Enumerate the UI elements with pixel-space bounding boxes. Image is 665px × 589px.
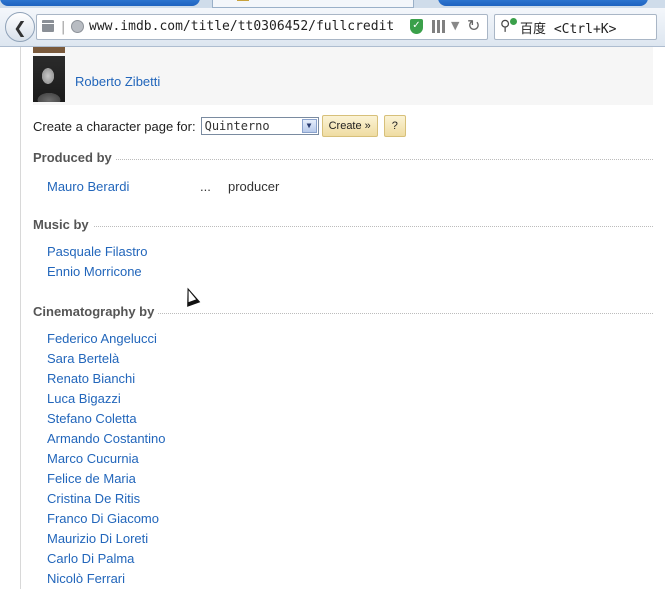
character-select-value: Quinterno: [204, 119, 270, 133]
credit-name-link[interactable]: Cristina De Ritis: [47, 491, 140, 506]
create-button[interactable]: Create »: [321, 115, 378, 137]
back-button[interactable]: ❮: [5, 12, 35, 42]
help-button[interactable]: ?: [383, 115, 406, 137]
credit-role: producer: [228, 179, 280, 194]
credit-name-link[interactable]: Marco Cucurnia: [47, 451, 139, 466]
credit-name-link[interactable]: Felice de Maria: [47, 471, 136, 486]
credit-name-link[interactable]: Federico Angelucci: [47, 331, 157, 346]
music-by-list: Pasquale Filastro Ennio Morricone: [47, 242, 653, 282]
credit-row: Stefano Coletta: [47, 409, 653, 429]
credit-name-link[interactable]: Armando Costantino: [47, 431, 166, 446]
back-arrow-icon: ❮: [13, 17, 27, 37]
cast-photo[interactable]: [33, 56, 65, 102]
section-divider: [33, 226, 653, 227]
credit-row: Cristina De Ritis: [47, 489, 653, 509]
section-divider: [33, 159, 653, 160]
dropdown-arrow-icon[interactable]: ▼: [451, 19, 459, 32]
page-info-icon[interactable]: [42, 20, 54, 32]
credit-name-link[interactable]: Carlo Di Palma: [47, 551, 134, 566]
credit-row: Federico Angelucci: [47, 329, 653, 349]
credit-name-link[interactable]: Mauro Berardi: [47, 179, 129, 194]
search-placeholder: 百度 <Ctrl+K>: [520, 22, 617, 37]
credit-name-link[interactable]: Pasquale Filastro: [47, 244, 147, 259]
browser-tab[interactable]: [0, 0, 200, 6]
credit-name-link[interactable]: Maurizio Di Loreti: [47, 531, 148, 546]
section-title: Music by: [33, 217, 93, 232]
browser-tab-active[interactable]: [212, 0, 414, 8]
credit-name-link[interactable]: Stefano Coletta: [47, 411, 137, 426]
search-box[interactable]: ⚲ 百度 <Ctrl+K>: [494, 14, 657, 40]
imdb-favicon-icon: [237, 0, 249, 1]
search-engine-icon[interactable]: ⚲: [500, 18, 517, 34]
cinematography-by-list: Federico Angelucci Sara Bertelà Renato B…: [47, 329, 653, 589]
produced-by-section: Produced by Mauro Berardi ... producer: [33, 150, 653, 197]
cast-member-link[interactable]: Roberto Zibetti: [75, 74, 160, 89]
credit-name-link[interactable]: Franco Di Giacomo: [47, 511, 159, 526]
credit-row: Ennio Morricone: [47, 262, 653, 282]
qr-code-icon[interactable]: [432, 20, 445, 33]
reload-icon[interactable]: ↻: [467, 16, 480, 35]
character-select[interactable]: Quinterno ▼: [200, 117, 319, 135]
credit-row: Mauro Berardi ... producer: [47, 177, 653, 197]
cinematography-by-section: Cinematography by Federico Angelucci Sar…: [33, 304, 653, 589]
credit-row: Maurizio Di Loreti: [47, 529, 653, 549]
credit-row: Felice de Maria: [47, 469, 653, 489]
credit-name-link[interactable]: Renato Bianchi: [47, 371, 135, 386]
chevron-down-icon[interactable]: ▼: [301, 119, 317, 133]
credit-name-link[interactable]: Luca Bigazzi: [47, 391, 121, 406]
character-page-form: Create a character page for: Quinterno ▼…: [33, 114, 406, 138]
full-credits-page: Roberto Zibetti Create a character page …: [21, 47, 665, 589]
produced-by-list: Mauro Berardi ... producer: [47, 177, 653, 197]
music-by-section: Music by Pasquale Filastro Ennio Morrico…: [33, 217, 653, 282]
security-shield-icon[interactable]: ✓: [410, 19, 423, 34]
tab-strip: [0, 0, 665, 8]
credit-row: Luca Bigazzi: [47, 389, 653, 409]
address-bar[interactable]: | www.imdb.com/title/tt0306452/fullcredi…: [36, 14, 488, 40]
section-title: Produced by: [33, 150, 116, 165]
url-text[interactable]: www.imdb.com/title/tt0306452/fullcredit: [89, 19, 394, 34]
credit-name-link[interactable]: Nicolò Ferrari: [47, 571, 125, 586]
credit-row: Sara Bertelà: [47, 349, 653, 369]
credit-separator: ...: [200, 179, 211, 194]
navigation-toolbar: ❮ | www.imdb.com/title/tt0306452/fullcre…: [0, 8, 665, 47]
browser-tab[interactable]: [438, 0, 648, 6]
credit-row: Carlo Di Palma: [47, 549, 653, 569]
credit-row: Nicolò Ferrari: [47, 569, 653, 589]
credit-row: Franco Di Giacomo: [47, 509, 653, 529]
credit-name-link[interactable]: Ennio Morricone: [47, 264, 142, 279]
cast-photo-previous[interactable]: [33, 47, 65, 53]
character-page-label: Create a character page for:: [33, 118, 196, 134]
section-title: Cinematography by: [33, 304, 159, 319]
globe-icon: [71, 20, 84, 33]
credit-row: Armando Costantino: [47, 429, 653, 449]
credit-row: Marco Cucurnia: [47, 449, 653, 469]
credit-name-link[interactable]: Sara Bertelà: [47, 351, 119, 366]
credit-row: Renato Bianchi: [47, 369, 653, 389]
credit-row: Pasquale Filastro: [47, 242, 653, 262]
separator-icon: |: [61, 20, 66, 35]
